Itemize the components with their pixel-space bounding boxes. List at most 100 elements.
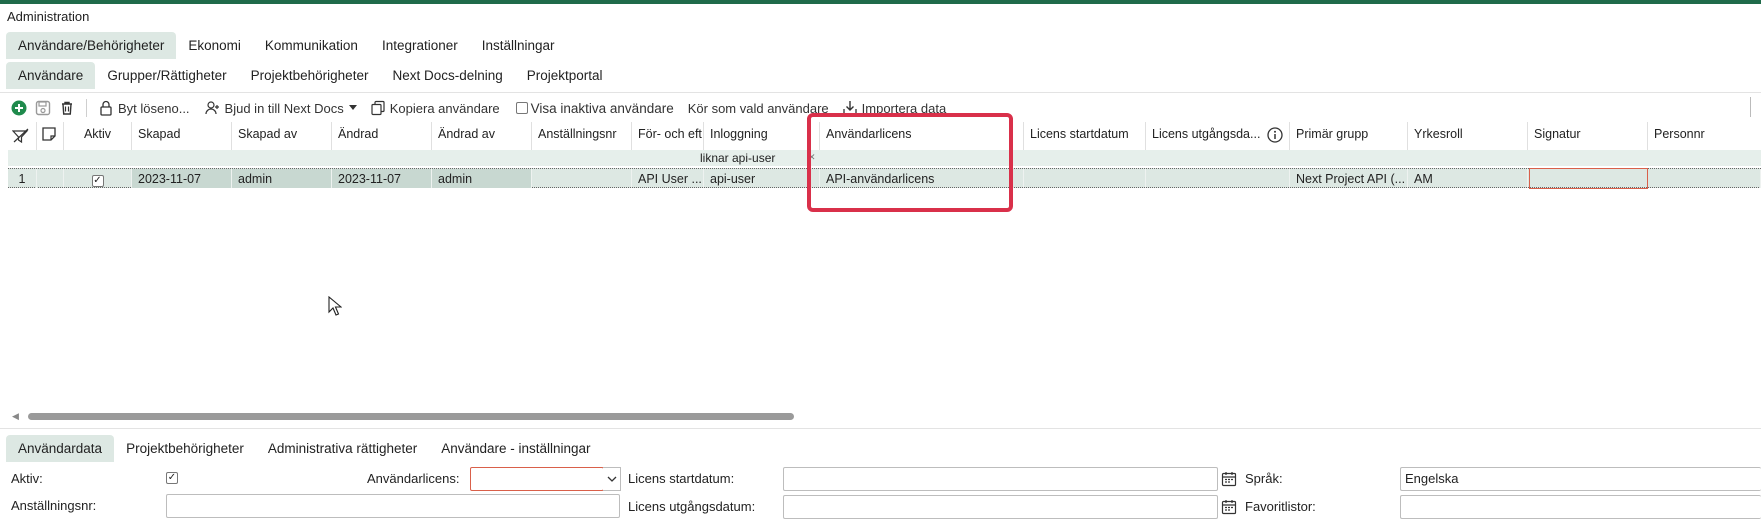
col-aktiv[interactable]: Aktiv xyxy=(64,122,132,150)
add-user-icon xyxy=(204,99,222,117)
sub-tabs: Användare Grupper/Rättigheter Projektbeh… xyxy=(6,62,615,89)
chevron-down-icon xyxy=(607,476,616,482)
row-primar-grupp[interactable]: Next Project API (... xyxy=(1290,169,1408,188)
tab-ekonomi[interactable]: Ekonomi xyxy=(176,32,253,59)
app-top-bar xyxy=(0,0,1761,4)
col-skapad[interactable]: Skapad xyxy=(132,122,232,150)
licens-utgangsdatum-field[interactable] xyxy=(783,495,1218,519)
detail-tabs: Användardata Projektbehörigheter Adminis… xyxy=(6,435,603,462)
favoritlistor-label: Favoritlistor: xyxy=(1245,499,1316,514)
show-inactive-label: Visa inaktiva användare xyxy=(530,100,674,116)
row-personnr[interactable] xyxy=(1648,169,1761,188)
toolbar-separator xyxy=(86,99,87,117)
tab-projektportal[interactable]: Projektportal xyxy=(515,62,615,89)
tab-kommunikation[interactable]: Kommunikation xyxy=(253,32,370,59)
info-icon[interactable] xyxy=(1267,127,1283,146)
anvandarlicens-select[interactable] xyxy=(470,467,604,491)
calendar-icon[interactable] xyxy=(1221,471,1237,487)
invite-label: Bjud in till Next Docs xyxy=(224,100,344,116)
licens-startdatum-field[interactable] xyxy=(783,467,1218,491)
run-as-button[interactable]: Kör som vald användare xyxy=(688,101,829,116)
tab-anvandare-behorigheter[interactable]: Användare/Behörigheter xyxy=(6,32,177,59)
col-andrad-av[interactable]: Ändrad av xyxy=(432,122,532,150)
row-skapad-av[interactable]: admin xyxy=(232,169,332,188)
col-signatur[interactable]: Signatur xyxy=(1528,122,1648,150)
row-aktiv-cell[interactable] xyxy=(64,169,132,188)
sprak-label: Språk: xyxy=(1245,471,1283,486)
licens-utgangsdatum-label: Licens utgångsdatum: xyxy=(628,499,756,514)
tab-projektbehorigheter[interactable]: Projektbehörigheter xyxy=(239,62,381,89)
copy-icon xyxy=(369,99,387,117)
scroll-left-icon[interactable]: ◀ xyxy=(12,411,19,422)
sprak-select[interactable]: Engelska xyxy=(1400,467,1761,491)
row-aktiv-checkbox[interactable] xyxy=(91,175,104,187)
col-primar-grupp[interactable]: Primär grupp xyxy=(1290,122,1408,150)
tab-projektbehorigheter-detail[interactable]: Projektbehörigheter xyxy=(114,435,256,462)
col-yrkesroll[interactable]: Yrkesroll xyxy=(1408,122,1528,150)
row-inloggning[interactable]: api-user xyxy=(704,169,820,188)
col-licens-utgangsdatum[interactable]: Licens utgångsda... xyxy=(1146,122,1290,150)
row-licens-startdatum[interactable] xyxy=(1024,169,1146,188)
tab-integrationer[interactable]: Integrationer xyxy=(370,32,470,59)
trash-icon[interactable] xyxy=(58,99,76,117)
window-title: Administration xyxy=(7,9,90,24)
show-inactive-checkbox[interactable] xyxy=(515,102,528,114)
anvandarlicens-label: Användarlicens: xyxy=(367,471,460,486)
clear-filter-icon[interactable] xyxy=(8,122,37,150)
main-tabs: Användare/Behörigheter Ekonomi Kommunika… xyxy=(6,32,567,59)
row-skapad[interactable]: 2023-11-07 xyxy=(132,169,232,188)
row-anstallningsnr[interactable] xyxy=(532,169,632,188)
col-namn[interactable]: För- och eft xyxy=(632,122,704,150)
scrollbar-thumb[interactable] xyxy=(28,413,794,420)
tab-anvandare-installningar[interactable]: Användare - inställningar xyxy=(429,435,602,462)
add-icon[interactable] xyxy=(10,99,28,117)
col-licens-startdatum[interactable]: Licens startdatum xyxy=(1024,122,1146,150)
run-as-label: Kör som vald användare xyxy=(687,100,829,116)
col-skapad-av[interactable]: Skapad av xyxy=(232,122,332,150)
show-inactive-toggle[interactable]: Visa inaktiva användare xyxy=(515,100,674,116)
row-number: 1 xyxy=(8,169,37,188)
tab-administrativa-rattigheter[interactable]: Administrativa rättigheter xyxy=(256,435,429,462)
col-personnr[interactable]: Personnr xyxy=(1648,122,1761,150)
tab-installningar[interactable]: Inställningar xyxy=(470,32,567,59)
anvandarlicens-dropdown-button[interactable] xyxy=(603,467,621,491)
row-signatur[interactable] xyxy=(1529,168,1648,189)
aktiv-label: Aktiv: xyxy=(11,471,43,486)
aktiv-checkbox[interactable] xyxy=(166,472,178,484)
highlight-box xyxy=(807,113,1013,212)
copy-user-label: Kopiera användare xyxy=(389,100,500,116)
copy-user-button[interactable]: Kopiera användare xyxy=(369,99,500,117)
anstallningsnr-field[interactable] xyxy=(166,494,620,518)
mouse-cursor-icon xyxy=(328,295,343,319)
row-note-cell[interactable] xyxy=(37,169,64,188)
row-note-icon[interactable] xyxy=(37,122,64,150)
row-yrkesroll[interactable]: AM xyxy=(1408,169,1528,188)
filter-inloggning[interactable]: liknar api-user xyxy=(696,150,820,166)
row-andrad[interactable]: 2023-11-07 xyxy=(332,169,432,188)
change-password-button[interactable]: Byt löseno... xyxy=(97,99,190,117)
invite-button[interactable]: Bjud in till Next Docs xyxy=(204,99,359,117)
licens-startdatum-label: Licens startdatum: xyxy=(628,471,735,486)
horizontal-scrollbar[interactable]: ◀ xyxy=(8,410,1761,422)
lock-icon xyxy=(97,99,115,117)
toolbar: Byt löseno... Bjud in till Next Docs Kop… xyxy=(10,97,946,119)
change-password-label: Byt löseno... xyxy=(118,100,190,116)
tab-anvandardata[interactable]: Användardata xyxy=(6,435,115,462)
tab-grupper-rattigheter[interactable]: Grupper/Rättigheter xyxy=(95,62,238,89)
row-licens-utgangsdatum[interactable] xyxy=(1146,169,1290,188)
toolbar-right-edge xyxy=(1750,97,1751,117)
row-namn[interactable]: API User ... xyxy=(632,169,704,188)
col-andrad[interactable]: Ändrad xyxy=(332,122,432,150)
col-licens-utgangsdatum-label: Licens utgångsda... xyxy=(1152,127,1261,141)
tab-anvandare[interactable]: Användare xyxy=(6,62,96,89)
tab-next-docs-delning[interactable]: Next Docs-delning xyxy=(380,62,514,89)
divider xyxy=(0,428,1761,429)
favoritlistor-field[interactable] xyxy=(1400,495,1761,519)
col-inloggning[interactable]: Inloggning xyxy=(704,122,820,150)
calendar-icon[interactable] xyxy=(1221,499,1237,515)
chevron-down-icon[interactable] xyxy=(347,99,359,117)
anstallningsnr-label: Anställningsnr: xyxy=(11,498,97,513)
save-icon[interactable] xyxy=(34,99,52,117)
row-andrad-av[interactable]: admin xyxy=(432,169,532,188)
col-anstallningsnr[interactable]: Anställningsnr xyxy=(532,122,632,150)
